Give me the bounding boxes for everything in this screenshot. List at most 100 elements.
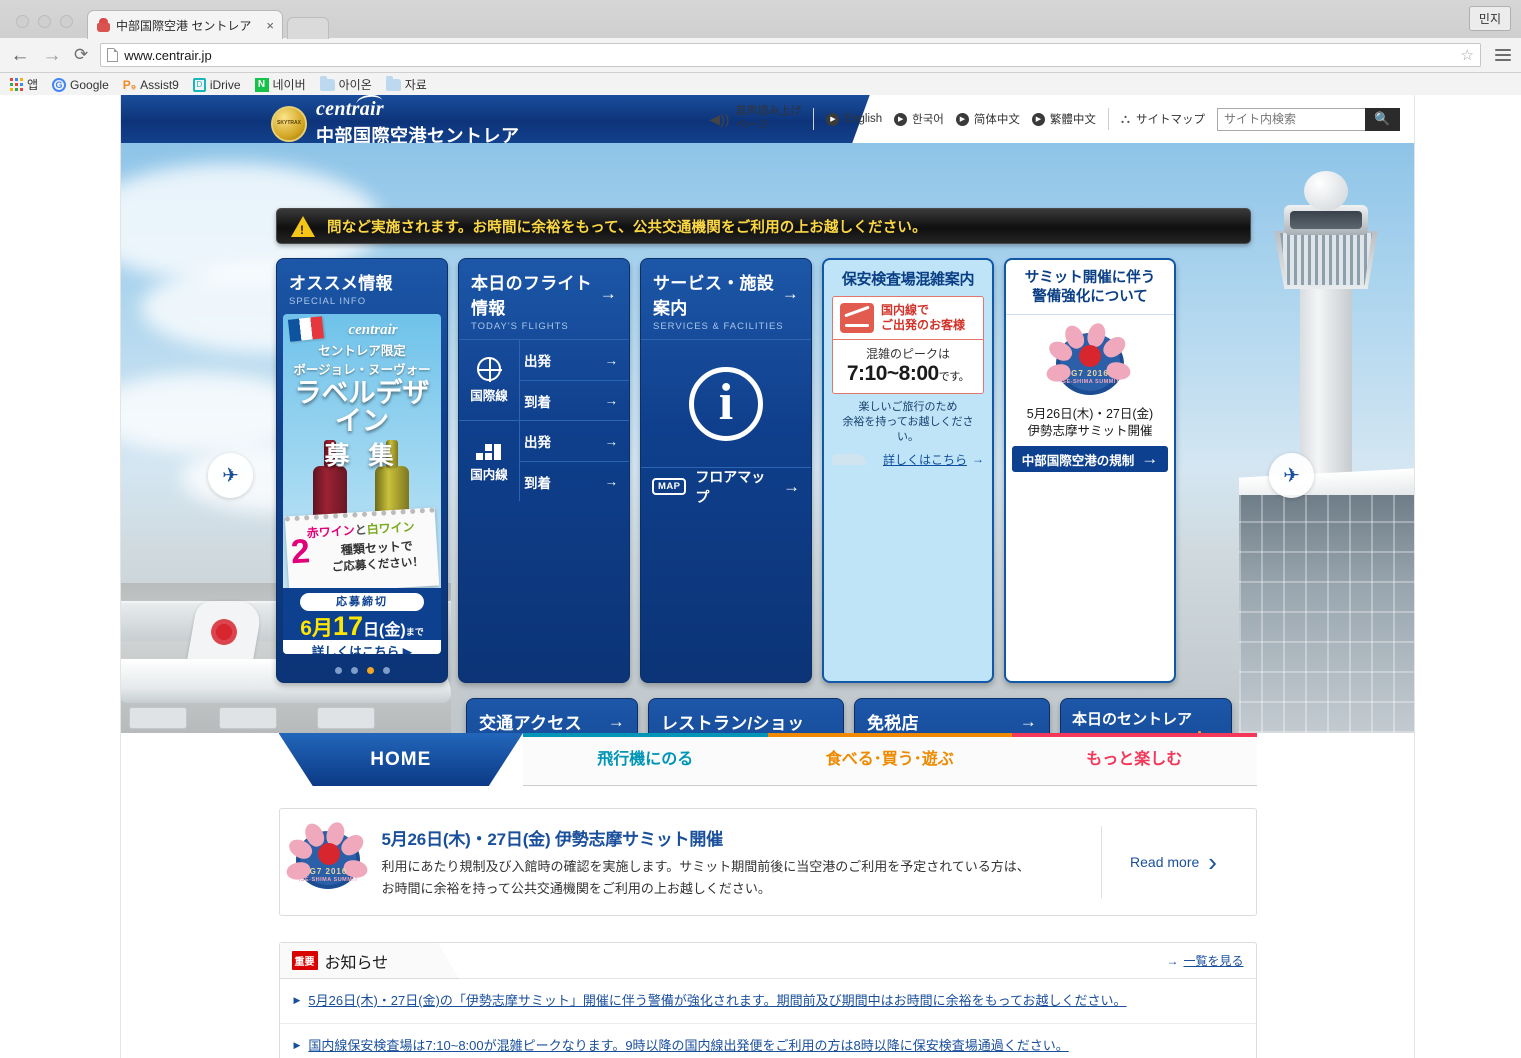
search-input[interactable] [1217, 107, 1365, 131]
arrow-right-icon: → [599, 284, 617, 303]
intl-departures-link[interactable]: 出発 → [520, 340, 629, 380]
tab-more-fun[interactable]: もっと楽しむ [1012, 733, 1257, 786]
sitemap-link[interactable]: ⛬ サイトマップ [1121, 111, 1205, 127]
site-logo[interactable]: SKYTRAX centrair 中部国際空港セントレア [271, 99, 520, 143]
intl-arrivals-link[interactable]: 到着 → [520, 380, 629, 420]
minimize-window-button[interactable] [38, 15, 51, 28]
forward-icon[interactable]: → [42, 46, 62, 65]
lang-simplified-chinese[interactable]: ▶ 简体中文 [955, 111, 1020, 127]
bookmark-assist9[interactable]: P₉ Assist9 [123, 78, 179, 92]
bullet-triangle-icon: ▶ [293, 995, 301, 1005]
browser-window: 中部国際空港 セントレア × 민지 ← → ⟳ www.centrair.jp … [0, 0, 1521, 1058]
promo-note: 赤ワインと白ワイン 2 種類セットで ご応募ください！ [284, 507, 440, 595]
news-list-item[interactable]: ▶ 国内線保安検査場は7:10~8:00が混雑ピークなります。9時以降の国内線出… [280, 1024, 1256, 1058]
page-info-icon [107, 48, 119, 62]
deadline-day: 17 [332, 611, 364, 641]
floor-map-link[interactable]: MAP フロアマップ → [641, 467, 811, 505]
news-list-item[interactable]: ▶ 5月26日(木)・27日(金)の「伊勢志摩サミット」開催に伴う警備が強化され… [279, 979, 1256, 1024]
summit-banner[interactable]: G7 2016 ISE-SHIMA SUMMIT 5月26日(木)・27日(金)… [278, 808, 1257, 916]
promo-slide[interactable]: centrair セントレア限定 ボージョレ・ヌーヴォー ラベルデザイン 募 集 [283, 314, 441, 654]
profile-button[interactable]: 민지 [1468, 6, 1511, 31]
row-label: 出発 [524, 354, 551, 369]
card-special-info[interactable]: オススメ情報 SPECIAL INFO centrair セントレア限定 ボージ… [276, 258, 448, 683]
card-restaurants-shops[interactable]: レストラン/ショップ → RESTAURANTS & SHOPS [648, 698, 844, 733]
card-todays-flights[interactable]: 本日のフライト情報 → TODAY'S FLIGHTS 国際線 出発 → 到着 … [458, 258, 630, 683]
bookmark-naver[interactable]: N 네이버 [254, 76, 306, 93]
tab-close-icon[interactable]: × [256, 18, 274, 33]
read-more-button[interactable]: Read more › [1100, 826, 1246, 898]
page-viewport: SKYTRAX centrair 中部国際空港セントレア ◀)) 音声読み上げ … [0, 95, 1521, 1058]
card-access[interactable]: 交通アクセス → ACCESS [466, 698, 638, 733]
bookmark-star-icon[interactable]: ☆ [1461, 46, 1474, 64]
carousel-dot[interactable] [382, 667, 390, 674]
search-icon[interactable]: 🔍 [1365, 107, 1400, 131]
radar-dome [1304, 171, 1348, 211]
news-header: 重要 お知らせ → 一覧を見る [279, 943, 1256, 979]
bookmark-label: 네이버 [272, 78, 306, 92]
summit-name-text: ISE-SHIMA SUMMIT [1060, 378, 1120, 385]
omnibox-toolbar: ← → ⟳ www.centrair.jp ☆ [0, 38, 1521, 73]
ground-vehicle [129, 707, 187, 729]
news-link[interactable]: 国内線保安検査場は7:10~8:00が混雑ピークなります。9時以降の国内線出発便… [308, 1036, 1068, 1056]
card-security-congestion[interactable]: 保安検査場混雑案内 国内線で ご出発のお客様 混雑のピークは 7:10~8:00… [822, 258, 994, 683]
domestic-departures-link[interactable]: 出発 → [520, 421, 629, 461]
tab-strip: 中部国際空港 セントレア × 민지 [0, 0, 1521, 39]
security-more-link[interactable]: 詳しくはこちら → [832, 451, 984, 468]
bookmark-apps[interactable]: 앱 [10, 76, 38, 93]
address-bar[interactable]: www.centrair.jp ☆ [100, 43, 1481, 67]
arrow-right-icon: → [604, 352, 619, 368]
bookmark-label: iDrive [209, 77, 241, 92]
news-link[interactable]: 5月26日(木)・27日(金)の「伊勢志摩サミット」開催に伴う警備が強化されます… [308, 991, 1126, 1011]
bookmark-folder-data[interactable]: 자료 [385, 75, 427, 93]
carousel-dot[interactable] [334, 667, 342, 674]
voice-reader-link[interactable]: ◀)) 音声読み上げ ページ [709, 105, 801, 133]
summit-dates: 5月26日(木)・27日(金) 伊勢志摩サミット開催 [1006, 405, 1174, 447]
bookmark-google[interactable]: G Google [52, 77, 109, 92]
arrow-right-icon: → [604, 474, 619, 489]
row-label: 到着 [524, 475, 551, 491]
play-bullet-icon: ▶ [826, 112, 840, 126]
reload-icon[interactable]: ⟳ [74, 45, 88, 65]
window-controls[interactable] [10, 15, 87, 38]
header-utility-nav: ◀)) 音声読み上げ ページ ▶ English ▶ 한국어 ▶ 简体中文 ▶ … [709, 95, 1400, 143]
tab-board-plane[interactable]: 飛行機にのる [523, 733, 768, 786]
airplane-icon [832, 453, 866, 465]
carousel-dot[interactable] [350, 667, 358, 674]
domestic-arrivals-link[interactable]: 到着 → [520, 461, 629, 501]
tab-eat-shop-play[interactable]: 食べる･買う･遊ぶ [767, 733, 1012, 786]
bookmark-idrive[interactable]: D iDrive [192, 77, 241, 92]
summit-regulation-button[interactable]: 中部国際空港の規制 → [1012, 446, 1168, 473]
carousel-next-button[interactable]: ✈ [1269, 453, 1314, 498]
browser-tab[interactable]: 中部国際空港 セントレア × [87, 10, 283, 39]
domestic-icon [476, 440, 502, 460]
back-icon[interactable]: ← [10, 46, 30, 65]
carousel-dot-active[interactable] [366, 667, 374, 674]
card-summit-security[interactable]: サミット開催に伴う 警備強化について G7 2016 ISE-SHIMA SUM… [1004, 258, 1176, 683]
lang-traditional-chinese[interactable]: ▶ 繁體中文 [1031, 111, 1096, 127]
lang-korean[interactable]: ▶ 한국어 [894, 111, 944, 127]
view-all-link[interactable]: → 一覧を見る [1166, 952, 1243, 969]
security-note: 楽しいご旅行のため 余裕を持ってお越しください。 [832, 400, 984, 445]
lang-english[interactable]: ▶ English [826, 112, 882, 126]
promo-more-link[interactable]: 詳しくはこちら ▶ [283, 640, 441, 654]
domestic-departure-notice: 国内線で ご出発のお客様 [833, 297, 983, 340]
alert-banner[interactable]: 問など実施されます。お時間に余裕をもって、公共交通機関をご利用の上お越しください… [276, 208, 1251, 244]
close-window-button[interactable] [16, 15, 29, 28]
new-tab-button[interactable] [286, 17, 329, 39]
card-duty-free[interactable]: 免税店 → DUTY-FREE SHOPS [854, 698, 1050, 733]
carousel-dots[interactable] [277, 660, 447, 682]
site-search[interactable]: 🔍 [1217, 107, 1400, 131]
apps-grid-icon [10, 78, 23, 91]
tab-label: もっと楽しむ [1086, 751, 1183, 768]
bookmark-folder-aion[interactable]: 아이온 [319, 75, 372, 93]
card-today-centrair[interactable]: 本日のセントレア 05/24(火) 2016年 [1060, 698, 1232, 733]
maximize-window-button[interactable] [60, 15, 73, 28]
menu-icon[interactable] [1495, 49, 1511, 61]
tab-home[interactable]: HOME [278, 733, 523, 786]
card-services-facilities[interactable]: サービス・施設案内 → SERVICES & FACILITIES i MAP [640, 258, 812, 683]
information-icon: i [689, 366, 763, 441]
note-line1: 楽しいご旅行のため [858, 401, 958, 413]
deadline-label: 応募締切 [300, 593, 424, 611]
carousel-prev-button[interactable]: ✈ [208, 453, 253, 498]
card-header: レストラン/ショップ → RESTAURANTS & SHOPS [649, 699, 843, 733]
